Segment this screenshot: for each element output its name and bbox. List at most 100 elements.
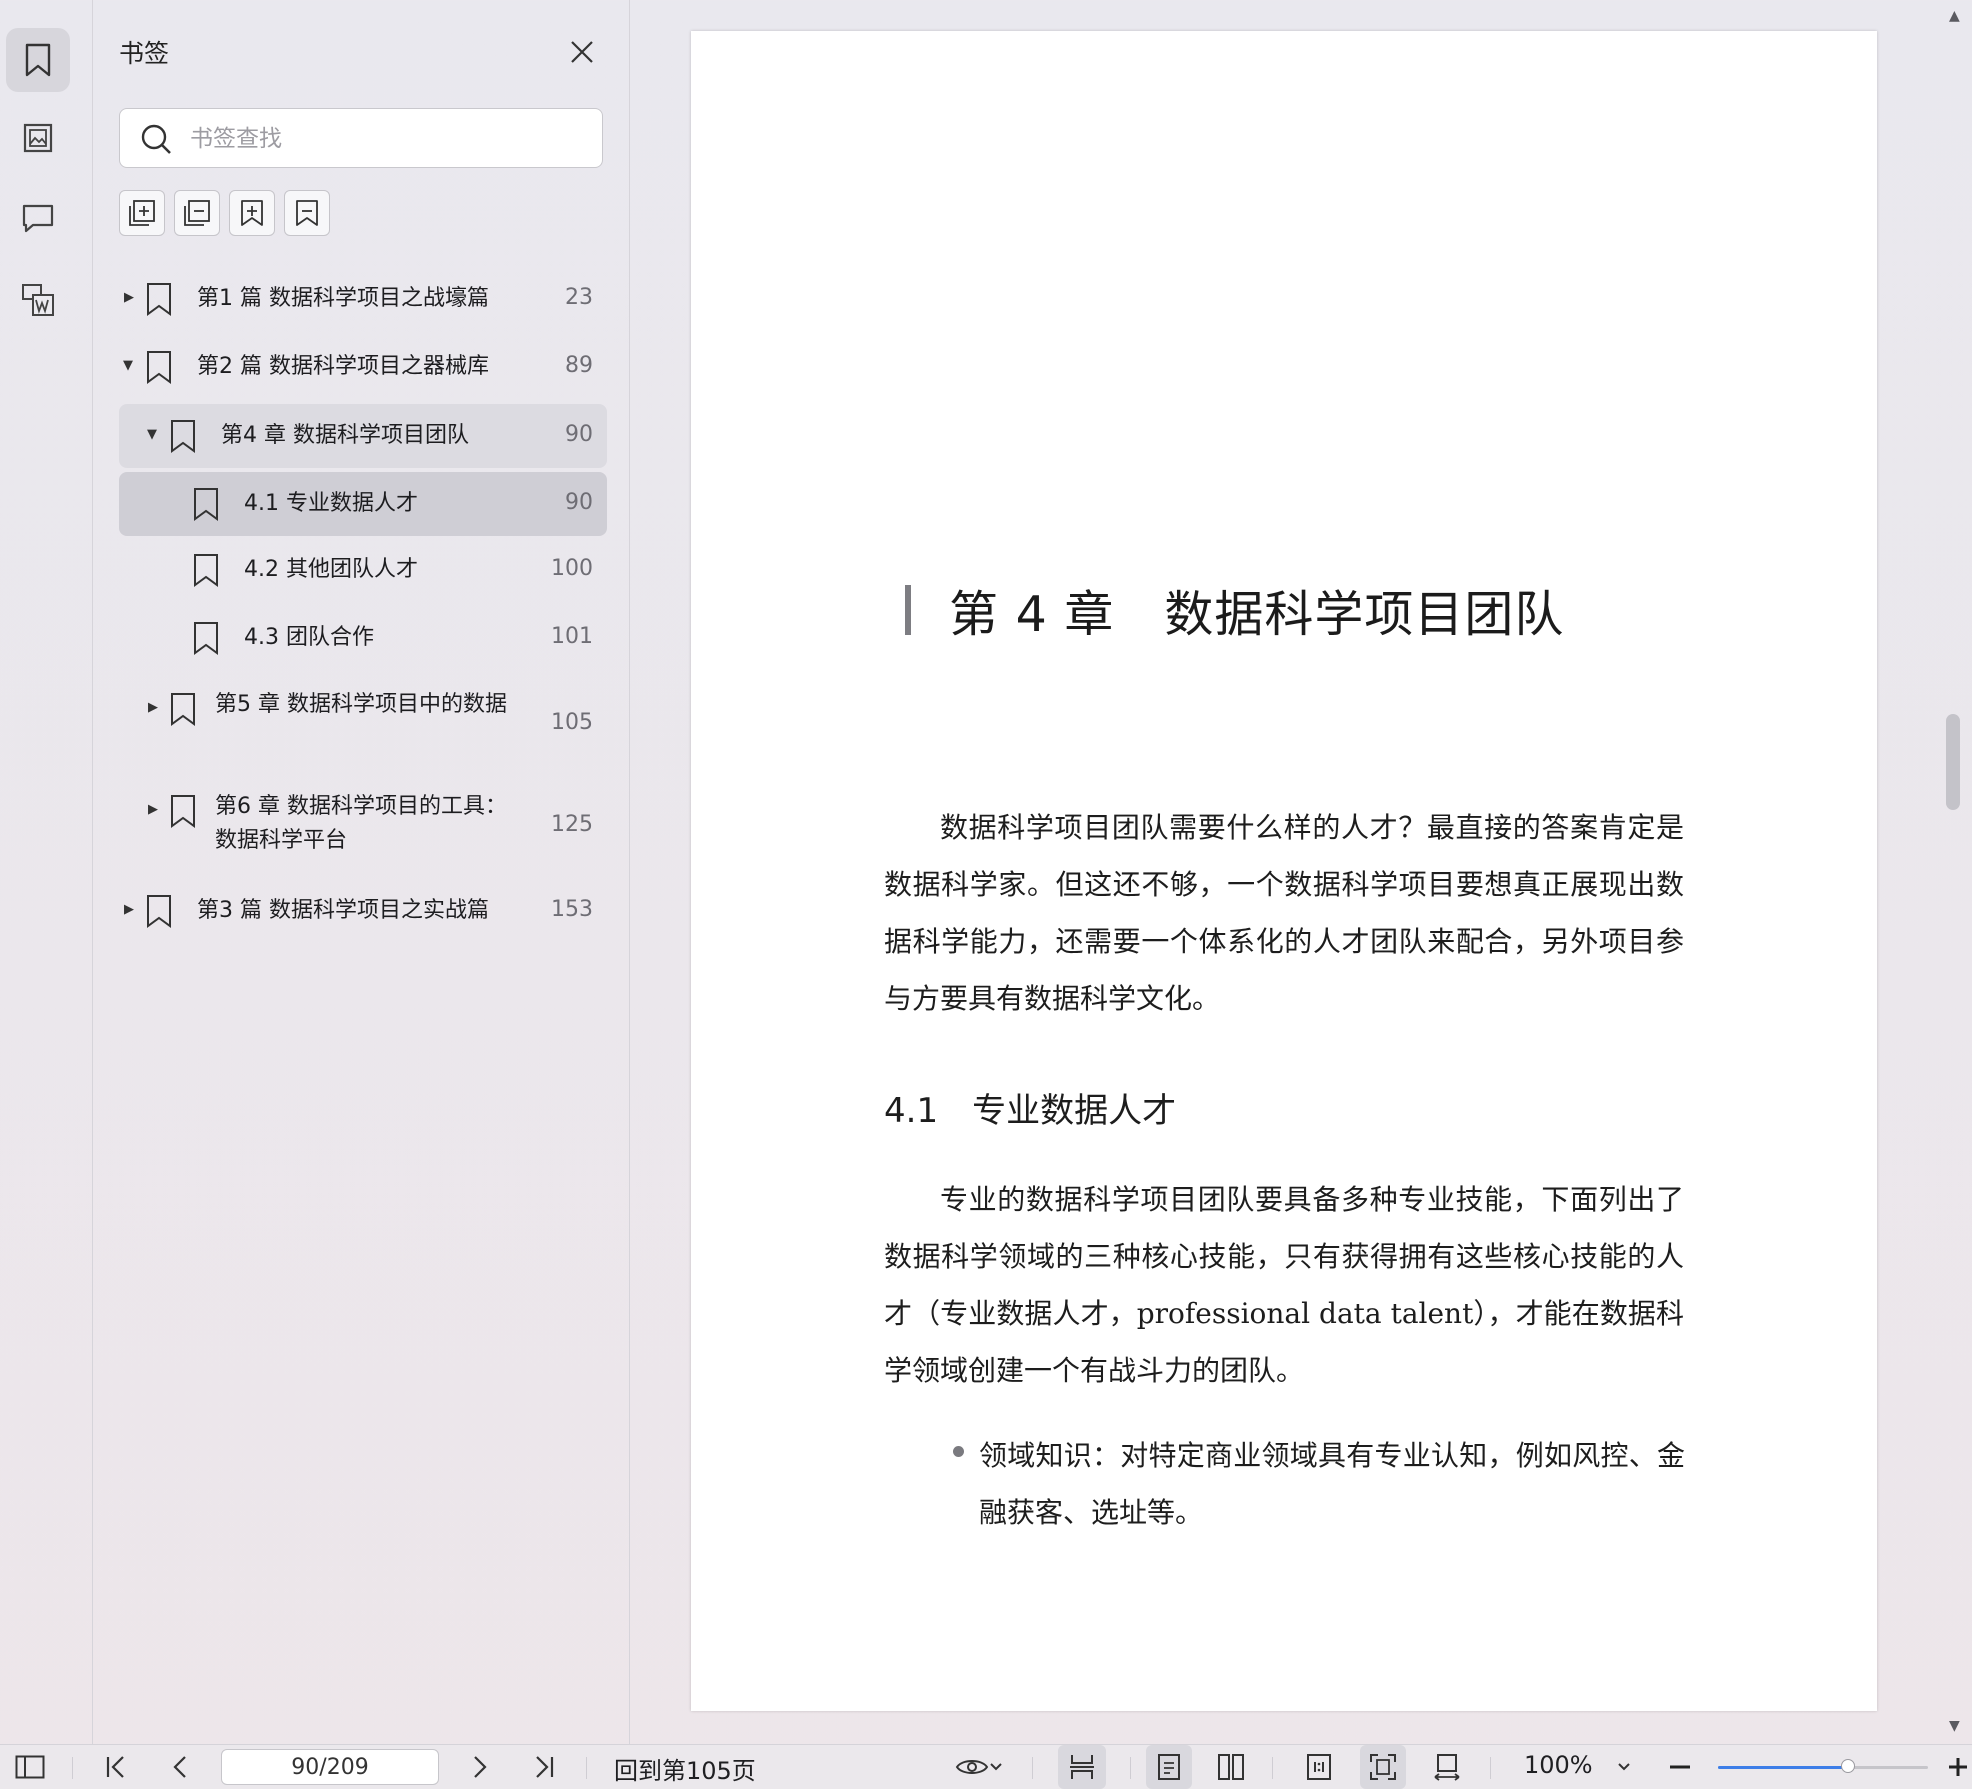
bullet-item: 领域知识：对特定商业领域具有专业认知，例如风控、金融获客、选址等。	[979, 1439, 1685, 1529]
rail-convert-button[interactable]	[6, 268, 70, 332]
chevron-down-icon	[990, 1763, 1002, 1771]
zoom-slider[interactable]	[1718, 1759, 1928, 1773]
bookmark-icon	[194, 488, 218, 521]
previous-page-button[interactable]	[162, 1745, 198, 1789]
bookmark-icon	[171, 693, 195, 726]
sidebar-toggle-icon	[15, 1755, 45, 1779]
rail-bookmarks-button[interactable]	[6, 28, 70, 92]
close-icon	[571, 41, 593, 63]
back-to-page-link[interactable]: 回到第105页	[614, 1751, 756, 1786]
bookmark-page-number: 90	[565, 490, 593, 515]
side-rail	[0, 0, 93, 1744]
caret-right-icon[interactable]: ▶	[124, 290, 134, 305]
bookmark-page-number: 101	[551, 624, 593, 649]
zoom-slider-thumb[interactable]	[1841, 1759, 1856, 1773]
bookmark-icon	[171, 795, 195, 828]
bookmark-row-part1[interactable]: ▶ 第1 篇 数据科学项目之战壕篇 23	[119, 271, 607, 327]
bookmark-label: 第1 篇 数据科学项目之战壕篇	[197, 286, 489, 311]
fit-page-icon	[1370, 1754, 1396, 1780]
bookmark-row-4-1[interactable]: 4.1 专业数据人才 90	[119, 472, 607, 536]
caret-right-icon[interactable]: ▶	[124, 902, 134, 917]
add-bookmark-button[interactable]	[229, 190, 275, 236]
scroll-up-icon[interactable]: ▲	[1949, 8, 1960, 24]
bookmark-row-chapter6[interactable]: ▶ 第6 章 数据科学项目的工具：数据科学平台 125	[119, 782, 607, 870]
collapse-all-icon	[184, 200, 210, 226]
rail-thumbnails-button[interactable]	[6, 106, 70, 170]
zoom-dropdown-button[interactable]	[1614, 1745, 1634, 1789]
close-panel-button[interactable]	[564, 34, 600, 70]
view-mode-dropdown[interactable]	[948, 1745, 1010, 1789]
collapse-all-button[interactable]	[174, 190, 220, 236]
bookmark-row-chapter5[interactable]: ▶ 第5 章 数据科学项目中的数据 105	[119, 680, 607, 768]
intro-paragraph: 数据科学项目团队需要什么样的人才？最直接的答案肯定是数据科学家。但这还不够，一个…	[884, 811, 1684, 1015]
comment-icon	[22, 204, 54, 233]
separator	[1490, 1757, 1491, 1779]
bookmark-icon	[147, 895, 171, 928]
single-page-button[interactable]	[1146, 1745, 1192, 1789]
caret-right-icon[interactable]: ▶	[148, 802, 158, 817]
separator	[1272, 1757, 1273, 1779]
zoom-slider-fill	[1718, 1766, 1849, 1769]
bookmark-page-number: 153	[551, 897, 593, 922]
zoom-in-button[interactable]	[1946, 1745, 1970, 1789]
section-title: 4.1 专业数据人才	[884, 1091, 1177, 1131]
bookmark-label: 第6 章 数据科学项目的工具：数据科学平台	[215, 794, 507, 853]
first-page-button[interactable]	[98, 1745, 134, 1789]
chapter-title: 第 4 章 数据科学项目团队	[949, 586, 1565, 643]
rail-comments-button[interactable]	[6, 186, 70, 250]
fit-width-icon	[1434, 1754, 1460, 1781]
bookmark-icon	[147, 351, 171, 384]
bookmark-icon	[25, 43, 51, 77]
zoom-out-button[interactable]	[1664, 1745, 1696, 1789]
actual-size-icon	[1307, 1754, 1331, 1780]
bookmark-label: 第4 章 数据科学项目团队	[221, 423, 469, 448]
bookmark-page-number: 89	[565, 353, 593, 378]
chapter-title-bar	[905, 585, 911, 635]
bookmark-page-number: 23	[565, 285, 593, 310]
chevron-right-icon	[474, 1756, 487, 1778]
bookmark-row-part3[interactable]: ▶ 第3 篇 数据科学项目之实战篇 153	[119, 883, 607, 939]
double-page-icon	[1218, 1754, 1244, 1780]
bookmark-row-4-3[interactable]: 4.3 团队合作 101	[119, 610, 607, 666]
zoom-level-value[interactable]: 100%	[1524, 1751, 1593, 1779]
eye-icon	[955, 1760, 989, 1774]
panel-title: 书签	[119, 39, 170, 68]
next-page-button[interactable]	[462, 1745, 498, 1789]
bookmark-row-chapter4[interactable]: ▼ 第4 章 数据科学项目团队 90	[119, 404, 607, 468]
caret-down-icon[interactable]: ▼	[123, 358, 133, 373]
bookmark-search-input[interactable]	[188, 117, 592, 161]
bookmark-label: 4.2 其他团队人才	[244, 557, 418, 582]
toggle-sidebar-button[interactable]	[10, 1745, 50, 1789]
bookmark-page-number: 125	[551, 812, 593, 837]
caret-right-icon[interactable]: ▶	[148, 700, 158, 715]
last-page-button[interactable]	[526, 1745, 562, 1789]
last-page-icon	[536, 1756, 554, 1778]
expand-all-button[interactable]	[119, 190, 165, 236]
status-bar: 回到第105页 100%	[0, 1744, 1972, 1789]
vertical-scrollbar[interactable]: ▲ ▼	[1936, 0, 1972, 1744]
bookmark-row-4-2[interactable]: 4.2 其他团队人才 100	[119, 542, 607, 598]
bookmark-row-part2[interactable]: ▼ 第2 篇 数据科学项目之器械库 89	[119, 339, 607, 395]
chevron-down-icon	[1618, 1763, 1630, 1771]
document-page: 第 4 章 数据科学项目团队 数据科学项目团队需要什么样的人才？最直接的答案肯定…	[691, 31, 1877, 1711]
first-page-icon	[106, 1756, 124, 1778]
page-number-input[interactable]	[221, 1749, 439, 1785]
bookmark-label: 4.3 团队合作	[244, 625, 374, 650]
thumbnail-icon	[23, 123, 53, 153]
scroll-down-icon[interactable]: ▼	[1949, 1718, 1960, 1734]
bookmark-icon	[194, 622, 218, 655]
separator	[72, 1757, 73, 1779]
fit-width-button[interactable]	[1424, 1745, 1470, 1789]
actual-size-button[interactable]	[1296, 1745, 1342, 1789]
remove-bookmark-button[interactable]	[284, 190, 330, 236]
separator	[586, 1757, 587, 1779]
bookmark-search-box	[119, 108, 603, 168]
fit-page-button[interactable]	[1360, 1745, 1406, 1789]
scrollbar-thumb[interactable]	[1946, 714, 1960, 810]
add-bookmark-icon	[241, 200, 263, 226]
double-page-button[interactable]	[1208, 1745, 1254, 1789]
caret-down-icon[interactable]: ▼	[147, 427, 157, 442]
continuous-scroll-button[interactable]	[1058, 1745, 1106, 1789]
remove-bookmark-icon	[296, 200, 318, 226]
chevron-left-icon	[173, 1756, 186, 1778]
